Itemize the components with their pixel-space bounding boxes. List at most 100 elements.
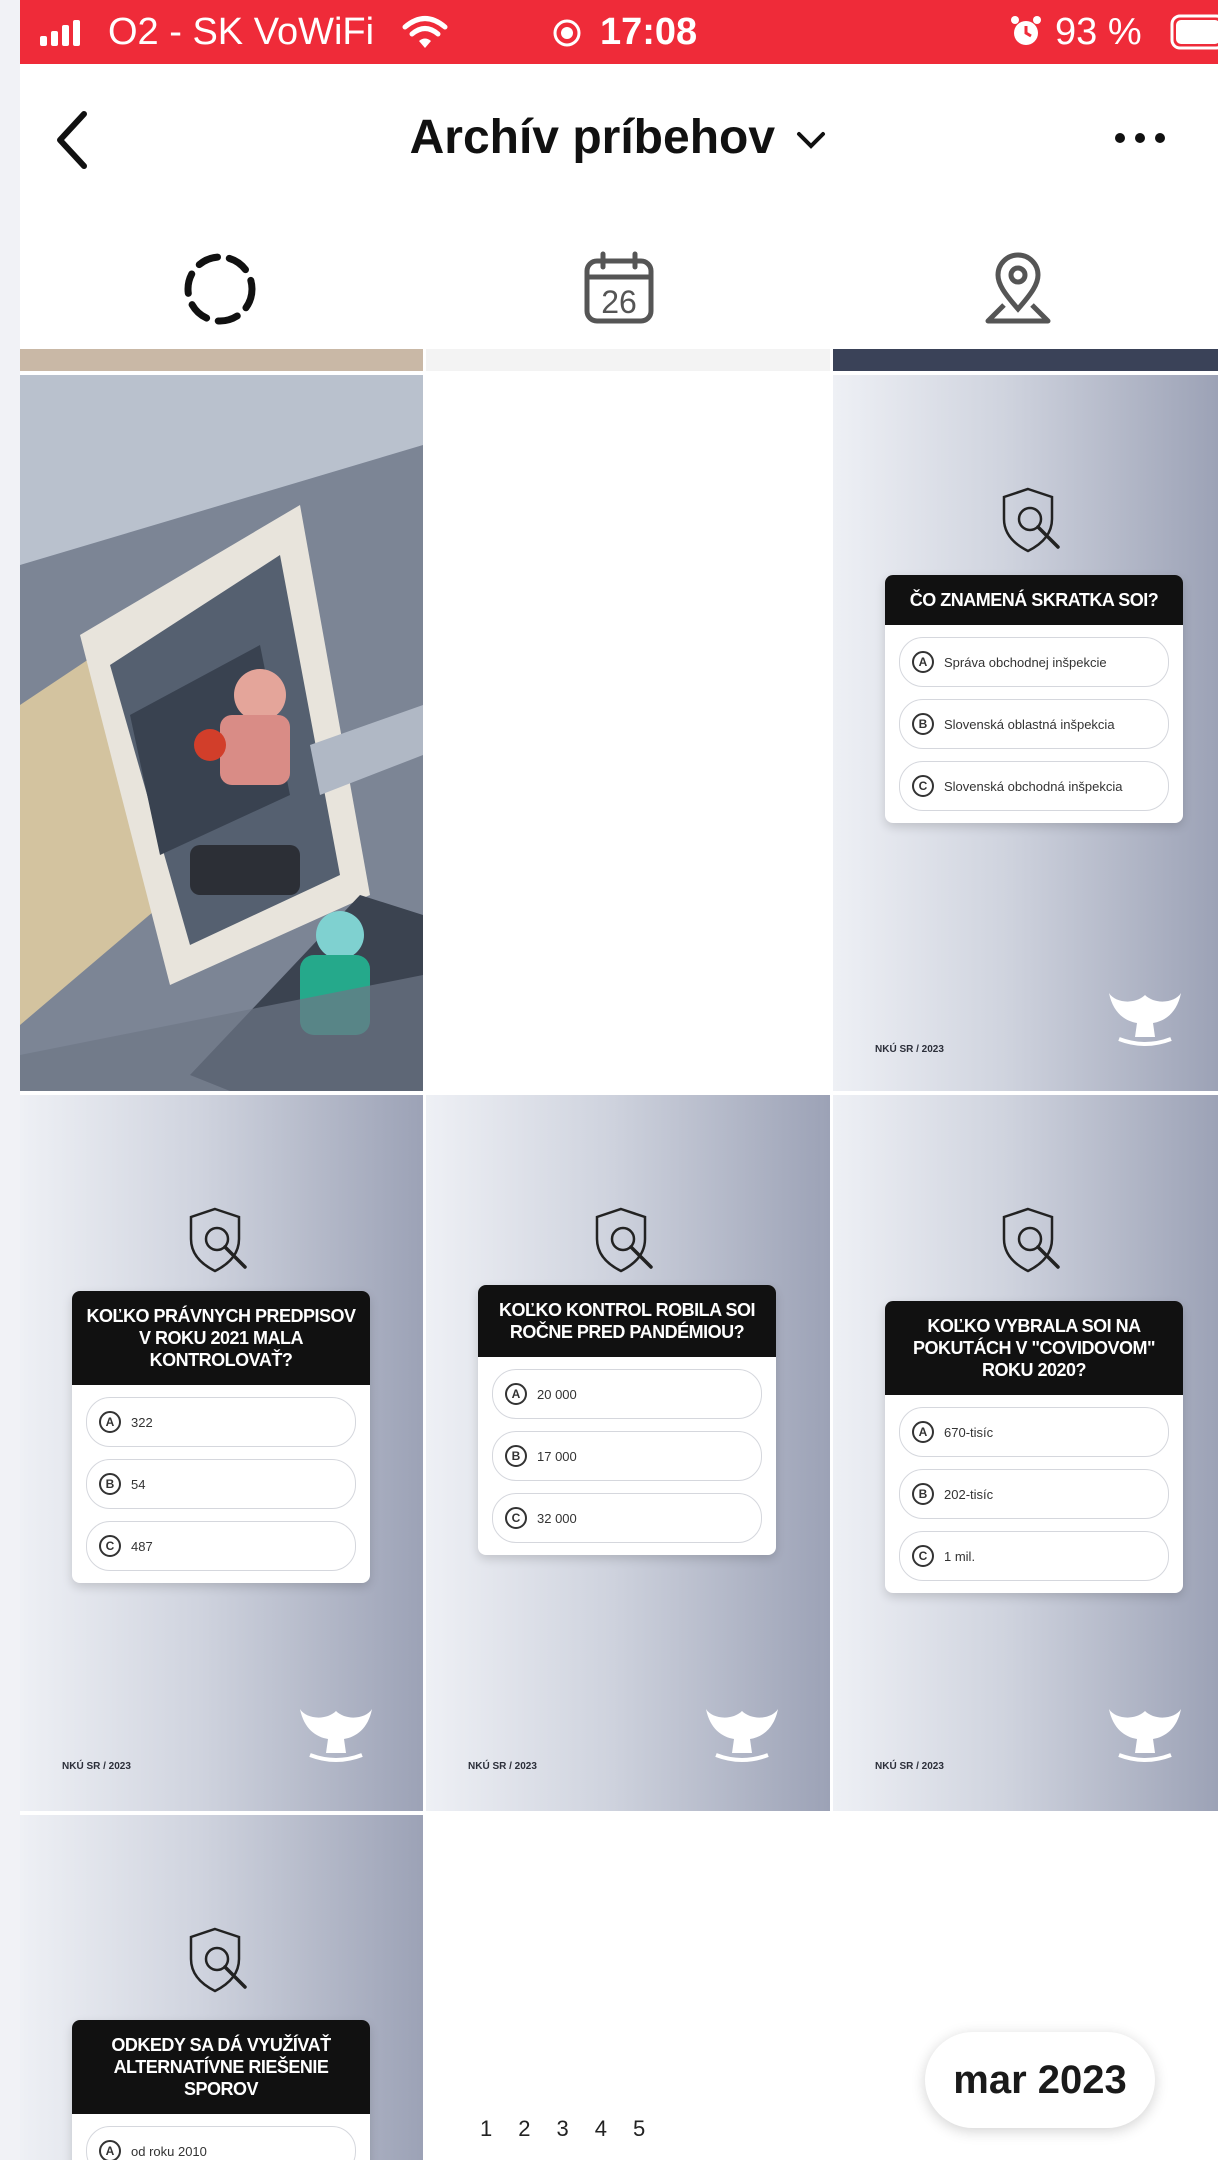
escalator-photo (20, 375, 423, 1091)
quiz-option[interactable]: B 54 (86, 1459, 356, 1509)
quiz-option[interactable]: B 202-tisíc (899, 1469, 1169, 1519)
story-footer: NKÚ SR / 2023 (875, 1761, 944, 1772)
quiz-question: KOĽKO KONTROL ROBILA SOI ROČNE PRED PAND… (478, 1285, 776, 1357)
story-blank[interactable] (426, 1815, 830, 2160)
story-thumbnail[interactable] (833, 349, 1218, 371)
status-time: 17:08 (600, 11, 698, 53)
option-text: 32 000 (537, 1510, 577, 1526)
option-letter: A (99, 2140, 121, 2160)
wifi-icon (402, 16, 448, 48)
eagle-emblem-icon (706, 1709, 778, 1762)
option-letter: A (99, 1411, 121, 1433)
shield-magnifier-icon (189, 1927, 247, 1993)
story-blank[interactable] (426, 375, 830, 1091)
shield-magnifier-icon (1002, 487, 1060, 553)
option-letter: A (912, 651, 934, 673)
carrier-label: O2 - SK VoWiFi (108, 11, 375, 53)
story-quiz[interactable]: ODKEDY SA DÁ VYUŽÍVAŤ ALTERNATÍVNE RIEŠE… (20, 1815, 423, 2160)
option-text: 20 000 (537, 1386, 577, 1402)
quiz-card: KOĽKO PRÁVNYCH PREDPISOV V ROKU 2021 MAL… (72, 1291, 370, 1583)
story-footer: NKÚ SR / 2023 (875, 1044, 944, 1055)
option-letter: A (912, 1421, 934, 1443)
story-quiz[interactable]: ČO ZNAMENÁ SKRATKA SOI? A Správa obchodne… (833, 375, 1218, 1091)
option-letter: B (912, 713, 934, 735)
story-quiz[interactable]: KOĽKO VYBRALA SOI NA POKUTÁCH V "COVIDOV… (833, 1095, 1218, 1811)
alarm-icon (1011, 16, 1041, 45)
eagle-emblem-icon (1109, 993, 1181, 1046)
quiz-option[interactable]: A Správa obchodnej inšpekcie (899, 637, 1169, 687)
calendar-day-number: 26 (601, 284, 637, 320)
quiz-card: KOĽKO VYBRALA SOI NA POKUTÁCH V "COVIDOV… (885, 1301, 1183, 1593)
top-bar: Archív príbehov (20, 64, 1218, 204)
page-title[interactable]: Archív príbehov (20, 110, 1218, 165)
story-quiz[interactable]: KOĽKO PRÁVNYCH PREDPISOV V ROKU 2021 MAL… (20, 1095, 423, 1811)
signal-icon (40, 20, 80, 46)
chevron-down-icon[interactable] (794, 128, 828, 152)
option-letter: B (99, 1473, 121, 1495)
option-text: 322 (131, 1414, 153, 1430)
archive-tabs: 26 (20, 229, 1218, 349)
option-letter: C (99, 1535, 121, 1557)
quiz-question: ČO ZNAMENÁ SKRATKA SOI? (885, 575, 1183, 625)
story-thumbnail[interactable] (426, 349, 830, 371)
quiz-option[interactable]: B 17 000 (492, 1431, 762, 1481)
option-text: Slovenská oblastná inšpekcia (944, 716, 1115, 732)
calendar-icon: 26 (584, 251, 653, 324)
quiz-card: ČO ZNAMENÁ SKRATKA SOI? A Správa obchodne… (885, 575, 1183, 823)
location-tab[interactable] (818, 229, 1217, 349)
shield-magnifier-icon (1002, 1207, 1060, 1273)
option-text: 670-tisíc (944, 1424, 994, 1440)
eagle-emblem-icon (300, 1709, 372, 1762)
option-text: 1 mil. (944, 1548, 976, 1564)
quiz-card: ODKEDY SA DÁ VYUŽÍVAŤ ALTERNATÍVNE RIEŠE… (72, 2020, 370, 2160)
story-footer: NKÚ SR / 2023 (62, 1761, 131, 1772)
page-numbers: 1 2 3 4 5 (480, 2116, 780, 2156)
page-number: 4 (594, 2116, 607, 2141)
option-letter: C (912, 775, 934, 797)
eagle-emblem-icon (1109, 1709, 1181, 1762)
quiz-option[interactable]: C 487 (86, 1521, 356, 1571)
map-pin-icon (985, 252, 1050, 324)
quiz-option[interactable]: Aod roku 2010 (86, 2126, 356, 2160)
quiz-card: KOĽKO KONTROL ROBILA SOI ROČNE PRED PAND… (478, 1285, 776, 1555)
stories-grid: ČO ZNAMENÁ SKRATKA SOI? A Správa obchodne… (20, 349, 1218, 2160)
stories-archive-icon (184, 253, 255, 325)
more-icon[interactable] (1112, 130, 1168, 146)
title-text: Archív príbehov (409, 111, 776, 164)
story-photo-escalator[interactable] (20, 375, 423, 1091)
quiz-option[interactable]: A 322 (86, 1397, 356, 1447)
option-text: od roku 2010 (131, 2143, 207, 2159)
battery-percentage: 93 % (1055, 11, 1142, 53)
option-letter: B (505, 1445, 527, 1467)
quiz-question: KOĽKO PRÁVNYCH PREDPISOV V ROKU 2021 MAL… (72, 1291, 370, 1385)
status-bar: O2 - SK VoWiFi 17:08 93 % (20, 0, 1218, 64)
option-text: 17 000 (537, 1448, 577, 1464)
story-thumbnail[interactable] (20, 349, 423, 371)
page-number: 2 (518, 2116, 531, 2141)
quiz-option[interactable]: C 1 mil. (899, 1531, 1169, 1581)
quiz-option[interactable]: C 32 000 (492, 1493, 762, 1543)
story-footer: NKÚ SR / 2023 (468, 1761, 537, 1772)
option-text: 202-tisíc (944, 1486, 994, 1502)
option-letter: C (912, 1545, 934, 1567)
shield-magnifier-icon (595, 1207, 653, 1273)
quiz-option[interactable]: A 670-tisíc (899, 1407, 1169, 1457)
calendar-tab[interactable]: 26 (419, 229, 818, 349)
month-indicator: mar 2023 (925, 2032, 1155, 2128)
page-number: 3 (556, 2116, 569, 2141)
page-number: 5 (633, 2116, 646, 2141)
quiz-option[interactable]: A 20 000 (492, 1369, 762, 1419)
screen: Archív príbehov 26 ČO ZNAMENÁ SKRATKA SO… (20, 64, 1218, 2160)
story-quiz[interactable]: KOĽKO KONTROL ROBILA SOI ROČNE PRED PAND… (426, 1095, 830, 1811)
location-icon (553, 19, 581, 47)
stories-tab[interactable] (20, 229, 419, 349)
quiz-question: ODKEDY SA DÁ VYUŽÍVAŤ ALTERNATÍVNE RIEŠE… (72, 2020, 370, 2114)
option-text: 54 (131, 1476, 146, 1492)
battery-icon (1170, 14, 1218, 50)
quiz-question: KOĽKO VYBRALA SOI NA POKUTÁCH V "COVIDOV… (885, 1301, 1183, 1395)
option-letter: B (912, 1483, 934, 1505)
quiz-option[interactable]: C Slovenská obchodná inšpekcia (899, 761, 1169, 811)
option-text: Slovenská obchodná inšpekcia (944, 778, 1123, 794)
option-text: 487 (131, 1538, 153, 1554)
quiz-option[interactable]: B Slovenská oblastná inšpekcia (899, 699, 1169, 749)
